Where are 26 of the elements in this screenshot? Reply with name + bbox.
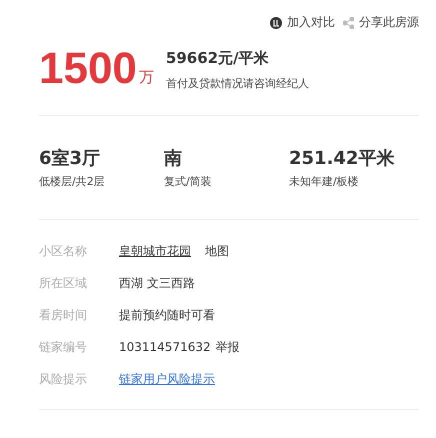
stat-value: 6室3厅 — [39, 147, 102, 170]
share-link[interactable]: 分享此房源 — [359, 14, 419, 31]
total-price: 1500 — [39, 45, 137, 93]
action-link[interactable]: 举报 — [216, 338, 240, 357]
stat-value: 南 — [164, 147, 183, 170]
info-value: 103114571632 — [119, 339, 211, 356]
info-label: 所在区域 — [39, 275, 88, 292]
compare-icon — [270, 16, 282, 28]
price-unit: 万 — [138, 68, 154, 87]
stat-detail: 复式/简装 — [164, 174, 213, 189]
action-link[interactable]: 地图 — [205, 242, 229, 261]
info-label: 风险提示 — [39, 371, 88, 388]
info-value: 西湖 文三西路 — [119, 275, 195, 292]
stat-detail: 未知年建/板楼 — [289, 174, 360, 189]
stat-detail: 低楼层/共2层 — [39, 174, 106, 189]
risk-link[interactable]: 链家用户风险提示 — [119, 370, 215, 389]
info-value: 提前预约随时可看 — [119, 307, 215, 324]
compare-link[interactable]: 加入对比 — [287, 14, 335, 31]
community-link[interactable]: 皇朝城市花园 — [119, 242, 191, 261]
unit-price: 59662元/平米 — [166, 49, 270, 68]
share-icon — [343, 16, 354, 28]
info-label: 小区名称 — [39, 243, 88, 260]
info-label: 看房时间 — [39, 307, 88, 324]
info-label: 链家编号 — [39, 339, 88, 356]
stat-value: 251.42平米 — [289, 147, 396, 170]
payment-note: 首付及贷款情况请咨询经纪人 — [166, 76, 309, 91]
